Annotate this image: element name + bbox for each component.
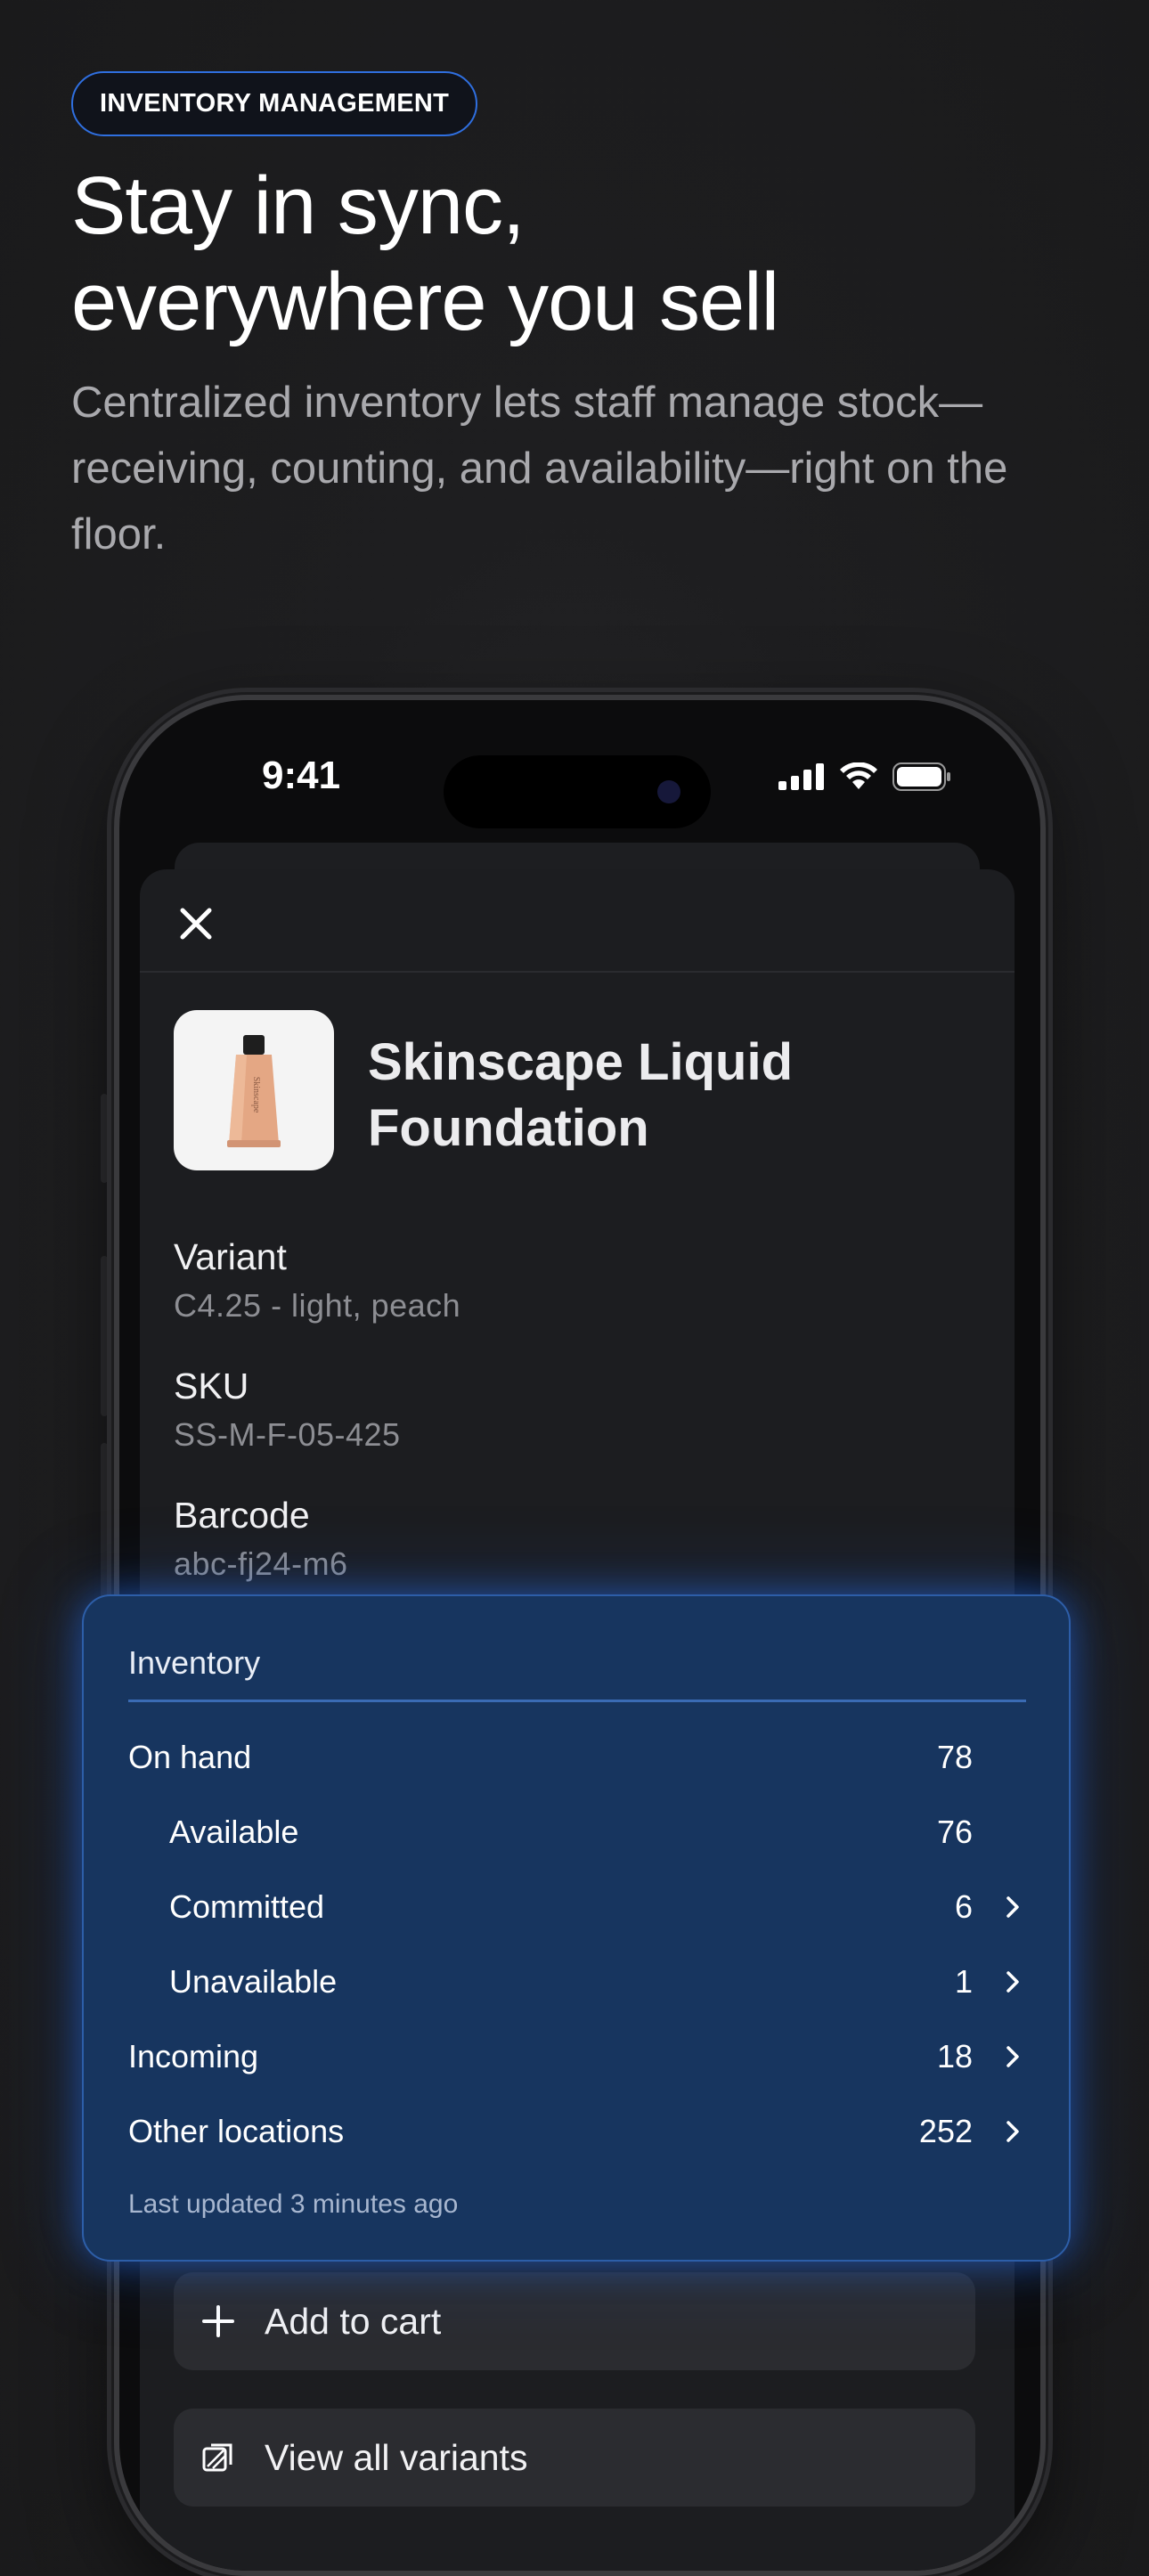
row-label: Committed bbox=[169, 1888, 325, 1925]
row-label: Other locations bbox=[128, 2113, 345, 2149]
headline: Stay in sync, everywhere you sell bbox=[71, 160, 779, 347]
phone-side-button bbox=[101, 1094, 108, 1183]
plus-icon bbox=[202, 2305, 234, 2337]
row-label: Available bbox=[169, 1814, 299, 1850]
phone-side-button bbox=[101, 1443, 108, 1603]
field-value: C4.25 - light, peach bbox=[174, 1287, 461, 1324]
row-label: Unavailable bbox=[169, 1963, 338, 2000]
dynamic-island bbox=[444, 755, 711, 828]
inventory-row-unavailable[interactable]: Unavailable 1 bbox=[128, 1955, 1026, 2009]
svg-text:Skinscape: Skinscape bbox=[251, 1077, 261, 1113]
row-value: 6 bbox=[954, 1888, 973, 1925]
inventory-row-incoming[interactable]: Incoming 18 bbox=[128, 2030, 1026, 2083]
inventory-row-available: Available 76 bbox=[128, 1806, 1026, 1859]
chevron-right-icon[interactable] bbox=[999, 2118, 1026, 2145]
variants-icon bbox=[202, 2443, 232, 2472]
divider bbox=[128, 1700, 1026, 1702]
product-thumbnail: Skinscape bbox=[174, 1010, 334, 1170]
signal-icon bbox=[778, 763, 824, 790]
row-value: 76 bbox=[936, 1814, 973, 1850]
phone-side-button bbox=[101, 1256, 108, 1416]
button-label: Add to cart bbox=[265, 2300, 442, 2342]
chevron-right-icon[interactable] bbox=[999, 1894, 1026, 1920]
close-icon[interactable] bbox=[175, 903, 216, 944]
field-value: SS-M-F-05-425 bbox=[174, 1416, 401, 1453]
category-badge: INVENTORY MANAGEMENT bbox=[71, 71, 478, 136]
chevron-right-icon[interactable] bbox=[999, 2043, 1026, 2070]
view-all-variants-button[interactable]: View all variants bbox=[174, 2409, 975, 2507]
row-label: Incoming bbox=[128, 2038, 259, 2075]
row-value: 18 bbox=[936, 2038, 973, 2075]
inventory-row-on-hand: On hand 78 bbox=[128, 1731, 1026, 1784]
status-icons bbox=[778, 762, 951, 791]
sku-field: SKU SS-M-F-05-425 bbox=[174, 1365, 401, 1454]
field-label: Variant bbox=[174, 1236, 287, 1277]
button-label: View all variants bbox=[265, 2436, 528, 2478]
variant-field: Variant C4.25 - light, peach bbox=[174, 1236, 460, 1325]
battery-icon bbox=[892, 762, 950, 791]
wifi-icon bbox=[840, 762, 877, 789]
field-value: abc-fj24-m6 bbox=[174, 1545, 348, 1582]
subtitle: Centralized inventory lets staff manage … bbox=[71, 379, 1008, 558]
row-value: 252 bbox=[918, 2113, 973, 2149]
status-time: 9:41 bbox=[262, 754, 341, 797]
inventory-row-other-locations[interactable]: Other locations 252 bbox=[128, 2105, 1026, 2158]
add-to-cart-button[interactable]: Add to cart bbox=[174, 2272, 975, 2370]
divider bbox=[140, 971, 1015, 973]
inventory-row-committed[interactable]: Committed 6 bbox=[128, 1880, 1026, 1934]
inventory-card: Inventory On hand 78 Available 76 Commit… bbox=[82, 1594, 1071, 2262]
hero: INVENTORY MANAGEMENT Stay in sync, every… bbox=[71, 71, 1087, 567]
barcode-field: Barcode abc-fj24-m6 bbox=[174, 1495, 348, 1583]
field-label: Barcode bbox=[174, 1495, 310, 1536]
row-label: On hand bbox=[128, 1739, 252, 1775]
row-value: 1 bbox=[954, 1963, 973, 2000]
row-value: 78 bbox=[936, 1739, 973, 1775]
chevron-right-icon[interactable] bbox=[999, 1969, 1026, 1995]
product-title: Skinscape Liquid Foundation bbox=[368, 1033, 793, 1157]
field-label: SKU bbox=[174, 1365, 249, 1406]
inventory-title: Inventory bbox=[128, 1644, 261, 1681]
last-updated-text: Last updated 3 minutes ago bbox=[128, 2189, 459, 2219]
